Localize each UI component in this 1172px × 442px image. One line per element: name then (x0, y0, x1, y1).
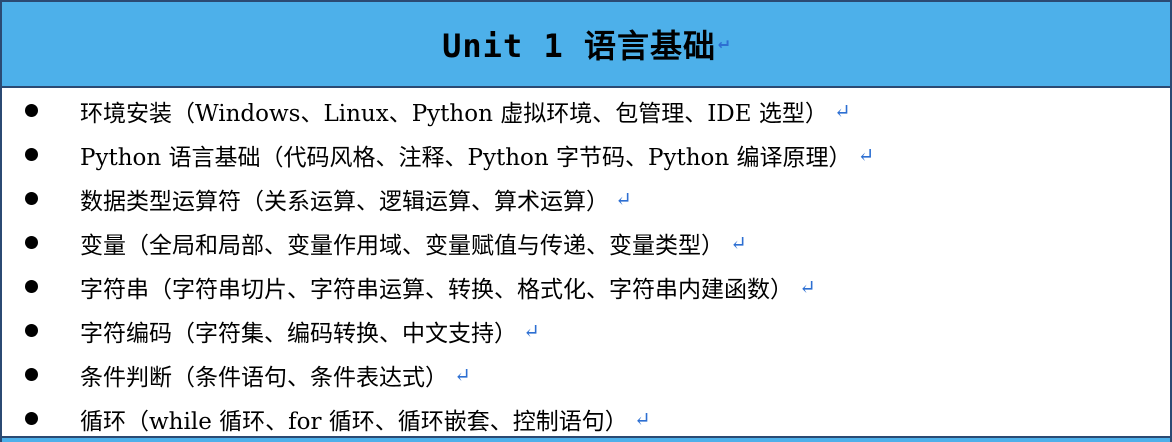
paragraph-mark-icon: ↵ (718, 31, 730, 53)
bullet-icon (25, 412, 38, 425)
paragraph-mark-icon: ↵ (730, 231, 747, 255)
bullet-icon (25, 280, 38, 293)
topic-item: 字符串（字符串切片、字符串运算、转换、格式化、字符串内建函数） ↵ (2, 265, 1170, 309)
paragraph-mark-icon: ↵ (454, 363, 471, 387)
topic-item: 数据类型运算符（关系运算、逻辑运算、算术运算） ↵ (2, 177, 1170, 221)
bullet-icon (25, 104, 38, 117)
topic-text: 环境安装（Windows、Linux、Python 虚拟环境、包管理、IDE 选… (80, 101, 828, 127)
bullet-icon (25, 192, 38, 205)
bottom-border (2, 436, 1170, 442)
paragraph-mark-icon: ↵ (833, 99, 851, 123)
topic-item: 循环（while 循环、for 循环、循环嵌套、控制语句） ↵ (2, 397, 1170, 441)
topic-text: 循环（while 循环、for 循环、循环嵌套、控制语句） (80, 409, 628, 435)
paragraph-mark-icon: ↵ (523, 319, 540, 343)
paragraph-mark-icon: ↵ (633, 407, 651, 431)
bullet-icon (25, 236, 38, 249)
paragraph-mark-icon: ↵ (799, 275, 816, 299)
topic-item: Python 语言基础（代码风格、注释、Python 字节码、Python 编译… (2, 133, 1170, 177)
topic-text: 字符编码（字符集、编码转换、中文支持） (80, 321, 517, 347)
topic-list: 环境安装（Windows、Linux、Python 虚拟环境、包管理、IDE 选… (2, 88, 1170, 441)
unit-title: Unit 1 语言基础 (442, 27, 717, 65)
bullet-icon (25, 324, 38, 337)
paragraph-mark-icon: ↵ (857, 143, 875, 167)
topic-item: 条件判断（条件语句、条件表达式） ↵ (2, 353, 1170, 397)
unit-table: Unit 1 语言基础 ↵ 环境安装（Windows、Linux、Python … (0, 0, 1172, 442)
unit-header: Unit 1 语言基础 ↵ (2, 2, 1170, 88)
topic-text: 变量（全局和局部、变量作用域、变量赋值与传递、变量类型） (80, 233, 724, 259)
unit-title-wrap: Unit 1 语言基础 ↵ (442, 21, 730, 67)
bullet-icon (25, 368, 38, 381)
topic-text: 数据类型运算符（关系运算、逻辑运算、算术运算） (80, 189, 609, 215)
topic-text: 字符串（字符串切片、字符串运算、转换、格式化、字符串内建函数） (80, 277, 793, 303)
topic-text: Python 语言基础（代码风格、注释、Python 字节码、Python 编译… (80, 145, 852, 171)
topic-item: 字符编码（字符集、编码转换、中文支持） ↵ (2, 309, 1170, 353)
topic-item: 环境安装（Windows、Linux、Python 虚拟环境、包管理、IDE 选… (2, 89, 1170, 133)
topic-item: 变量（全局和局部、变量作用域、变量赋值与传递、变量类型） ↵ (2, 221, 1170, 265)
bullet-icon (25, 148, 38, 161)
topic-text: 条件判断（条件语句、条件表达式） (80, 365, 448, 391)
paragraph-mark-icon: ↵ (615, 187, 632, 211)
